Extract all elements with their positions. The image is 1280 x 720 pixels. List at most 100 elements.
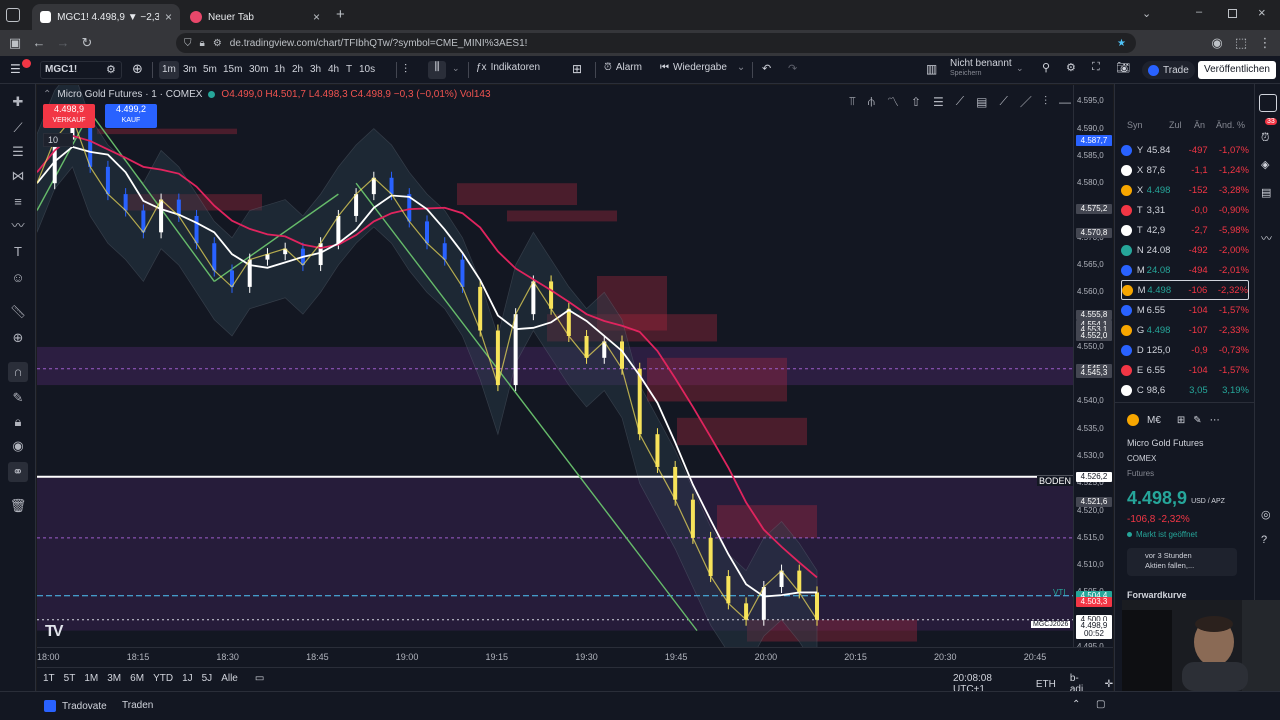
chat-icon[interactable]: ▤ <box>1261 186 1271 199</box>
brush-icon[interactable]: 〰 <box>8 216 28 236</box>
collapse-panel-icon[interactable]: ⌃ <box>1072 699 1080 710</box>
watchlist-row[interactable]: Y 45.84 -497 -1,07% <box>1121 140 1249 160</box>
path-icon[interactable]: 〽 <box>887 93 899 110</box>
chevron-down-icon[interactable]: ⌄ <box>452 63 460 74</box>
maximize-panel-icon[interactable]: ▢ <box>1096 699 1105 710</box>
fullscreen-icon[interactable]: ⛶ <box>1092 61 1100 74</box>
interval-3m[interactable]: 3m <box>180 61 200 79</box>
cursor-tool-icon[interactable]: ⫪ <box>849 94 856 109</box>
browser-menu-icon[interactable]: ⋮ <box>1256 34 1274 52</box>
price-chart[interactable]: ⌃ Micro Gold Futures · 1 · COMEX O4.499,… <box>37 85 1113 667</box>
indicators-button[interactable]: ƒx Indikatoren <box>476 62 540 73</box>
tradovate-broker[interactable]: Tradovate <box>44 700 107 712</box>
templates-grid-icon[interactable]: ⊞ <box>572 62 582 76</box>
watchlist-row[interactable]: N 24.08 -492 -2,00% <box>1121 240 1249 260</box>
sidebar-icon[interactable]: ▣ <box>6 34 24 52</box>
calendar-icon[interactable]: ▭ <box>255 673 264 684</box>
alerts-icon[interactable]: ⏰︎ <box>1261 132 1270 145</box>
range-3m[interactable]: 3M <box>107 673 121 684</box>
buy-button[interactable]: 4.499,2 KAUF <box>105 104 157 128</box>
symbol-settings-icon[interactable]: ⚙︎ <box>106 63 116 76</box>
watchlist-row[interactable]: C 98,6 3,05 3,19% <box>1121 380 1249 400</box>
line-icon[interactable]: ／ <box>1020 93 1032 110</box>
range-1j[interactable]: 1J <box>182 673 193 684</box>
watchlist-row[interactable]: T 42,9 -2,7 -5,98% <box>1121 220 1249 240</box>
trash-icon[interactable]: 🗑︎ <box>8 496 28 516</box>
pulse-icon[interactable]: 〰 <box>1261 230 1272 246</box>
extensions-icon[interactable]: ⬚ <box>1232 34 1250 52</box>
bar-style-icon[interactable]: ⫶ <box>404 62 407 77</box>
interval-1h[interactable]: 1h <box>271 61 288 79</box>
more-icon[interactable]: ⋯ <box>1210 415 1220 426</box>
h-line-icon[interactable]: ⫶ <box>1044 94 1047 109</box>
chevron-down-icon[interactable]: ⌄ <box>1016 63 1024 74</box>
settings-gear-icon[interactable]: ⚙︎ <box>1066 61 1076 74</box>
replay-button[interactable]: ⏮︎ Wiedergabe ⌄ <box>660 62 745 73</box>
watchlist-row[interactable]: X 4.498 -152 -3,28% <box>1121 180 1249 200</box>
undo-icon[interactable]: ↶ <box>762 62 771 75</box>
profile-icon[interactable]: ◉ <box>1208 34 1226 52</box>
trade-button[interactable]: Trade <box>1142 61 1195 79</box>
watchlist-row[interactable]: E 6.55 -104 -1,57% <box>1121 360 1249 380</box>
channel-icon[interactable]: ▤ <box>976 95 987 109</box>
range-1m[interactable]: 1M <box>84 673 98 684</box>
tab-list-chevron-icon[interactable]: ⌄ <box>1142 7 1151 20</box>
range-ytd[interactable]: YTD <box>153 673 173 684</box>
back-icon[interactable]: ← <box>30 34 48 52</box>
watchlist-row[interactable]: T 3,31 -0,0 -0,90% <box>1121 200 1249 220</box>
brush-icon[interactable]: ⟋ <box>1000 94 1008 109</box>
interval-5m[interactable]: 5m <box>200 61 220 79</box>
watchlist-row[interactable]: D 125,0 -0,9 -0,73% <box>1121 340 1249 360</box>
chart-canvas[interactable] <box>37 85 1073 647</box>
forward-curve-label[interactable]: Forwardkurve <box>1127 590 1187 600</box>
emoji-icon[interactable]: ☺ <box>8 268 28 288</box>
quantity-field[interactable]: 10 <box>43 133 73 147</box>
auto-scale-icon[interactable]: ✛ <box>1105 679 1113 690</box>
prediction-icon[interactable]: ≡ <box>8 192 28 212</box>
watchlist-row[interactable]: M 6.55 -104 -1,57% <box>1121 300 1249 320</box>
zoom-icon[interactable]: ⊕ <box>8 328 28 348</box>
collapse-icon[interactable]: ⌃ <box>43 89 51 100</box>
h-ray-icon[interactable]: — <box>1059 95 1071 109</box>
pitchfork-icon[interactable]: ⫛ <box>868 94 875 109</box>
edit-icon[interactable]: ✎ <box>1193 415 1201 426</box>
interval-15m[interactable]: 15m <box>220 61 245 79</box>
trend-line-icon[interactable]: ⟋ <box>8 118 28 138</box>
close-tab-icon[interactable]: × <box>313 10 320 24</box>
pattern-icon[interactable]: ⋈ <box>8 166 28 186</box>
ray-icon[interactable]: ⟋ <box>956 94 964 109</box>
window-menu-icon[interactable] <box>6 8 20 22</box>
candle-type-icon[interactable]: ⫼ <box>428 61 446 79</box>
watchlist-row[interactable]: G 4.498 -107 -2,33% <box>1121 320 1249 340</box>
close-tab-icon[interactable]: × <box>165 10 172 24</box>
eye-icon[interactable]: ◉ <box>8 436 28 456</box>
range-1t[interactable]: 1T <box>43 673 55 684</box>
range-5j[interactable]: 5J <box>202 673 213 684</box>
price-axis[interactable]: 4.595,04.590,04.585,04.580,04.575,04.570… <box>1073 85 1113 651</box>
redo-icon[interactable]: ↷ <box>788 62 797 75</box>
lock-icon[interactable]: 🔒︎ <box>8 412 28 432</box>
tab-new[interactable]: Neuer Tab × <box>182 4 328 30</box>
tab-tradingview[interactable]: MGC1! 4.498,9 ▼ −2,32% Nicht × <box>32 4 180 30</box>
layout-icon[interactable]: ▥ <box>926 62 937 76</box>
grid-icon[interactable]: ⊞ <box>1177 415 1185 426</box>
sell-button[interactable]: 4.498,9 VERKAUF <box>43 104 95 128</box>
layers-icon[interactable]: ◈ <box>1261 158 1269 171</box>
watchlist-icon[interactable] <box>1259 94 1277 112</box>
crosshair-icon[interactable]: ✚ <box>8 92 28 112</box>
link-icon[interactable]: ⚭ <box>8 462 28 482</box>
session-toggle[interactable]: ETH <box>1036 679 1056 690</box>
lock-drawing-icon[interactable]: ✎ <box>8 388 28 408</box>
close-window-button[interactable]: × <box>1258 5 1266 20</box>
range-all[interactable]: Alle <box>221 673 238 684</box>
target-icon[interactable]: ◎ <box>1261 508 1271 521</box>
interval-10s[interactable]: 10s <box>356 61 378 79</box>
interval-4h[interactable]: 4h <box>325 61 342 79</box>
lines-icon[interactable]: ☰ <box>933 95 944 109</box>
bookmark-star-icon[interactable]: ★ <box>1117 38 1126 49</box>
trade-tab[interactable]: Traden <box>122 700 153 711</box>
watchlist-row[interactable]: M 4.498 -106 -2,32% <box>1121 280 1249 300</box>
reload-icon[interactable]: ↻ <box>78 34 96 52</box>
watchlist-row[interactable]: X 87,6 -1,1 -1,24% <box>1121 160 1249 180</box>
interval-t[interactable]: T <box>343 61 355 79</box>
